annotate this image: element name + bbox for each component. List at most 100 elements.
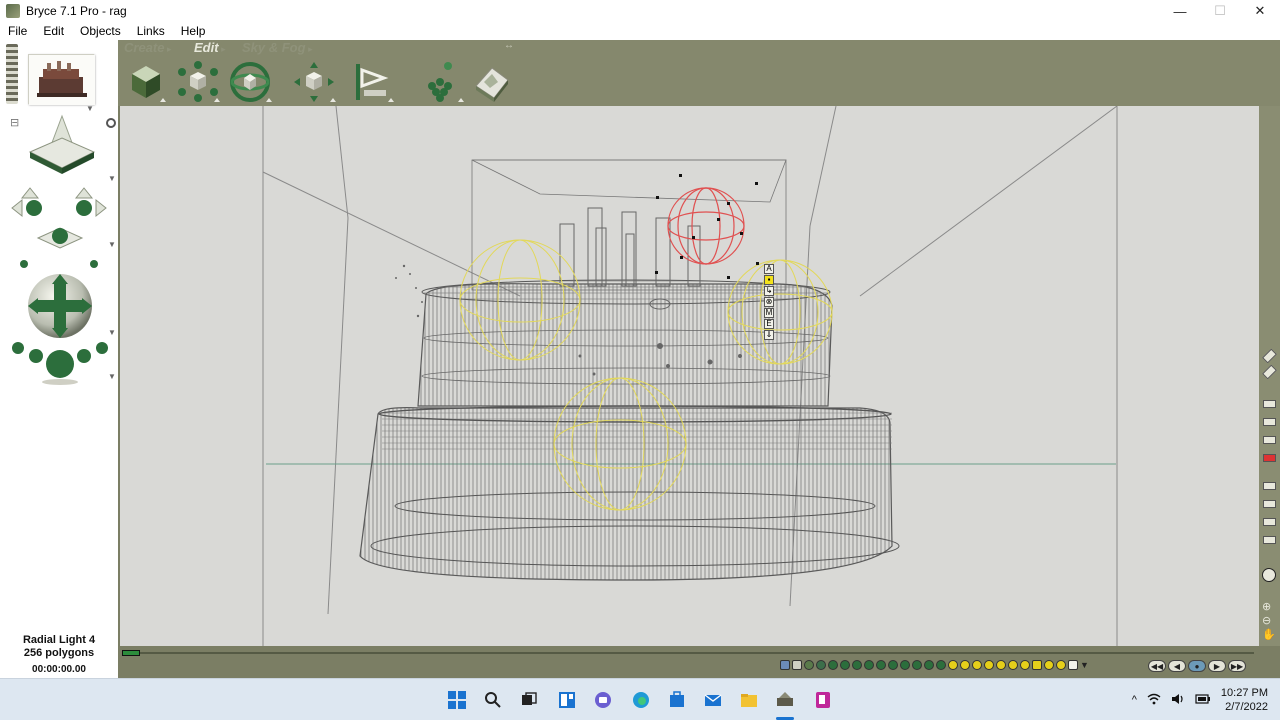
display-mode-2-icon[interactable] (1263, 418, 1276, 426)
tab-create[interactable]: Create ▸ (124, 40, 172, 55)
step-back-button[interactable]: ◀ (1168, 660, 1186, 672)
windows-start-icon[interactable] (446, 689, 468, 711)
maximize-button[interactable]: ☐ (1200, 0, 1240, 22)
zoom-out-icon[interactable]: ⊖ (1262, 614, 1271, 627)
scene-preview-thumbnail[interactable] (28, 54, 95, 105)
select-sphere-icon[interactable] (828, 660, 838, 670)
volume-icon[interactable] (1171, 693, 1185, 708)
camera-dolly-control-icon[interactable] (8, 338, 112, 386)
select-tree-icon[interactable] (1044, 660, 1054, 670)
gear-icon[interactable] (1262, 568, 1276, 582)
randomize-icon[interactable] (420, 60, 464, 104)
play-button[interactable]: ▶ (1208, 660, 1226, 672)
view-options-icon[interactable] (106, 118, 116, 128)
select-camera-icon[interactable] (780, 660, 790, 670)
taskbar-clock[interactable]: 10:27 PM 2/7/2022 (1221, 686, 1268, 714)
record-keyframe-button[interactable]: ● (1188, 660, 1206, 672)
view-menu-arrow-icon[interactable]: ▼ (108, 174, 116, 183)
material-lab-icon[interactable] (124, 60, 168, 104)
search-icon[interactable] (482, 689, 504, 711)
select-spotlight-icon[interactable] (960, 660, 970, 670)
select-stone-icon[interactable] (816, 660, 826, 670)
camera-cross-control-icon[interactable] (8, 184, 112, 270)
display-mode-4-icon[interactable] (1263, 482, 1276, 490)
display-mode-6-icon[interactable] (1263, 518, 1276, 526)
select-square-icon[interactable] (912, 660, 922, 670)
select-radial-light-icon[interactable] (972, 660, 982, 670)
select-light-icon[interactable] (948, 660, 958, 670)
timeline-scrubber[interactable] (122, 650, 140, 656)
select-cylinder-icon[interactable] (840, 660, 850, 670)
tab-edit[interactable]: Edit ▸ (194, 40, 226, 55)
file-explorer-icon[interactable] (738, 689, 760, 711)
resize-icon[interactable] (176, 60, 220, 104)
menu-file[interactable]: File (0, 24, 35, 38)
select-plane-icon[interactable] (792, 660, 802, 670)
select-parallel-light-icon[interactable] (996, 660, 1006, 670)
zoom-in-icon[interactable]: ⊕ (1262, 600, 1271, 613)
select-cube-icon[interactable] (852, 660, 862, 670)
paint-app-icon[interactable] (812, 689, 834, 711)
align-icon[interactable] (350, 60, 394, 104)
task-view-icon[interactable] (518, 689, 540, 711)
minimize-button[interactable]: — (1160, 0, 1200, 22)
select-pyramid-icon[interactable] (888, 660, 898, 670)
chat-icon[interactable] (592, 689, 614, 711)
select-mesh-icon[interactable] (936, 660, 946, 670)
view-control-icon[interactable] (24, 112, 100, 182)
select-all-icon[interactable] (1068, 660, 1078, 670)
menu-objects[interactable]: Objects (72, 24, 129, 38)
select-path-icon[interactable] (1020, 660, 1030, 670)
timeline-track[interactable] (124, 652, 1254, 654)
widgets-icon[interactable] (556, 689, 578, 711)
palette-grip[interactable] (6, 44, 18, 104)
edge-browser-icon[interactable] (630, 689, 652, 711)
dolly-menu-arrow-icon[interactable]: ▼ (108, 372, 116, 381)
cake-lower-tier-wireframe[interactable] (359, 405, 900, 581)
fast-forward-button[interactable]: ▶▶ (1228, 660, 1246, 672)
select-terrain-icon[interactable] (804, 660, 814, 670)
tab-sky-fog[interactable]: Sky & Fog ▸ (242, 40, 313, 55)
close-button[interactable]: ✕ (1240, 0, 1280, 22)
select-torus-icon[interactable] (864, 660, 874, 670)
trackball-icon[interactable] (24, 270, 96, 342)
rewind-button[interactable]: ◀◀ (1148, 660, 1166, 672)
3d-viewport[interactable]: A ▪ ↳ ⊗ M E ⇓ (120, 106, 1259, 646)
eraser-icon[interactable] (1262, 364, 1277, 380)
menu-links[interactable]: Links (129, 24, 173, 38)
terrain-editor-icon[interactable] (470, 60, 514, 104)
wireframe-scene[interactable] (120, 106, 1259, 646)
tray-overflow-icon[interactable]: ^ (1132, 694, 1137, 706)
select-group-icon[interactable] (1008, 660, 1018, 670)
bryce-taskbar-icon[interactable] (774, 689, 796, 711)
menu-edit[interactable]: Edit (35, 24, 72, 38)
rotate-icon[interactable] (228, 60, 272, 104)
animation-timeline[interactable] (120, 648, 1259, 658)
select-disk-icon[interactable] (900, 660, 910, 670)
link-button[interactable]: ↳ (764, 286, 774, 296)
select-rock-icon[interactable] (1056, 660, 1066, 670)
target-button[interactable]: ⊗ (764, 297, 774, 307)
select-metaball-icon[interactable] (924, 660, 934, 670)
trackball-menu-arrow-icon[interactable]: ▼ (108, 328, 116, 337)
material-button[interactable]: M (764, 308, 774, 318)
selection-menu-arrow-icon[interactable]: ▼ (1080, 660, 1089, 674)
view-toggle-icon[interactable]: ⊟ (10, 116, 19, 129)
camera-menu-arrow-icon[interactable]: ▼ (108, 240, 116, 249)
attributes-button[interactable]: A (764, 264, 774, 274)
render-stop-icon[interactable] (1263, 454, 1276, 462)
store-icon[interactable] (666, 689, 688, 711)
pan-hand-icon[interactable]: ✋ (1262, 628, 1276, 641)
wifi-icon[interactable] (1147, 693, 1161, 708)
mail-icon[interactable] (702, 689, 724, 711)
display-mode-7-icon[interactable] (1263, 536, 1276, 544)
display-mode-3-icon[interactable] (1263, 436, 1276, 444)
select-cone-icon[interactable] (876, 660, 886, 670)
display-mode-5-icon[interactable] (1263, 500, 1276, 508)
palette-toggle-icon[interactable]: ↔ (504, 40, 514, 51)
menu-help[interactable]: Help (173, 24, 214, 38)
brush-icon[interactable] (1262, 348, 1277, 364)
select-2d-picture-icon[interactable] (1032, 660, 1042, 670)
select-square-light-icon[interactable] (984, 660, 994, 670)
reposition-icon[interactable] (292, 60, 336, 104)
